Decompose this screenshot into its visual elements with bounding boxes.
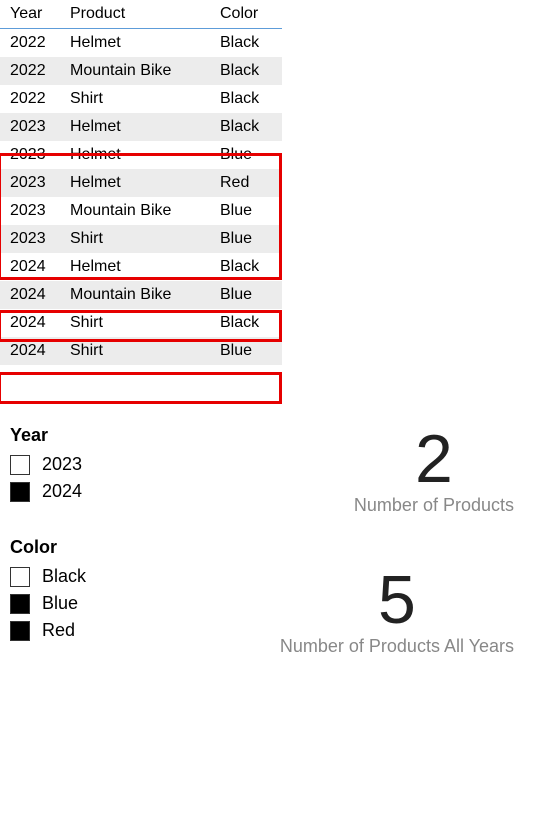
cell-color: Black	[220, 90, 280, 108]
cell-year: 2023	[10, 230, 70, 248]
cell-year: 2024	[10, 342, 70, 360]
cell-color: Black	[220, 34, 280, 52]
table-row: 2024 Shirt Black	[0, 309, 282, 337]
checkbox-icon[interactable]	[10, 455, 30, 475]
cell-product: Shirt	[70, 230, 220, 248]
slicers-panel: Year 2023 2024 Color Black Blue Red	[10, 425, 200, 677]
table-row: 2023 Helmet Black	[0, 113, 282, 141]
checkbox-icon[interactable]	[10, 621, 30, 641]
slicer-label: Black	[42, 566, 86, 587]
header-year[interactable]: Year	[10, 5, 70, 23]
cell-color: Black	[220, 62, 280, 80]
card-products-all-years: 5 Number of Products All Years	[280, 566, 514, 657]
cell-color: Black	[220, 314, 280, 332]
slicer-item-black[interactable]: Black	[10, 566, 200, 587]
cell-color: Black	[220, 258, 280, 276]
cards-panel: 2 Number of Products 5 Number of Product…	[200, 425, 544, 677]
slicer-item-blue[interactable]: Blue	[10, 593, 200, 614]
year-slicer: Year 2023 2024	[10, 425, 200, 502]
table-row: 2023 Helmet Blue	[0, 141, 282, 169]
table-header-row: Year Product Color	[0, 0, 282, 29]
card-label: Number of Products	[354, 495, 514, 516]
cell-year: 2024	[10, 286, 70, 304]
table-row: 2024 Helmet Black	[0, 253, 282, 281]
cell-color: Blue	[220, 146, 280, 164]
cell-year: 2022	[10, 34, 70, 52]
cell-year: 2022	[10, 90, 70, 108]
slicer-item-2024[interactable]: 2024	[10, 481, 200, 502]
cell-color: Blue	[220, 202, 280, 220]
highlight-box	[0, 372, 282, 404]
card-products: 2 Number of Products	[354, 425, 514, 516]
card-value: 5	[280, 566, 514, 634]
table-body: 2022 Helmet Black 2022 Mountain Bike Bla…	[0, 29, 282, 365]
table-row: 2024 Shirt Blue	[0, 337, 282, 365]
card-label: Number of Products All Years	[280, 636, 514, 657]
checkbox-icon[interactable]	[10, 482, 30, 502]
table-row: 2023 Shirt Blue	[0, 225, 282, 253]
cell-year: 2023	[10, 146, 70, 164]
cell-color: Blue	[220, 342, 280, 360]
slicer-label: Red	[42, 620, 75, 641]
cell-year: 2022	[10, 62, 70, 80]
color-slicer: Color Black Blue Red	[10, 537, 200, 641]
table-row: 2022 Helmet Black	[0, 29, 282, 57]
year-slicer-title: Year	[10, 425, 200, 446]
table-row: 2022 Shirt Black	[0, 85, 282, 113]
checkbox-icon[interactable]	[10, 567, 30, 587]
slicer-item-red[interactable]: Red	[10, 620, 200, 641]
cell-product: Helmet	[70, 118, 220, 136]
slicer-item-2023[interactable]: 2023	[10, 454, 200, 475]
cell-product: Helmet	[70, 146, 220, 164]
cell-year: 2023	[10, 118, 70, 136]
lower-section: Year 2023 2024 Color Black Blue Red	[0, 425, 544, 677]
table-row: 2023 Mountain Bike Blue	[0, 197, 282, 225]
header-color[interactable]: Color	[220, 5, 280, 23]
cell-product: Shirt	[70, 342, 220, 360]
cell-product: Mountain Bike	[70, 202, 220, 220]
cell-year: 2024	[10, 258, 70, 276]
cell-product: Helmet	[70, 34, 220, 52]
cell-year: 2023	[10, 174, 70, 192]
cell-year: 2023	[10, 202, 70, 220]
color-slicer-title: Color	[10, 537, 200, 558]
checkbox-icon[interactable]	[10, 594, 30, 614]
cell-year: 2024	[10, 314, 70, 332]
cell-color: Blue	[220, 230, 280, 248]
table-row: 2024 Mountain Bike Blue	[0, 281, 282, 309]
header-product[interactable]: Product	[70, 5, 220, 23]
cell-product: Shirt	[70, 314, 220, 332]
table-row: 2023 Helmet Red	[0, 169, 282, 197]
cell-product: Shirt	[70, 90, 220, 108]
data-table: Year Product Color 2022 Helmet Black 202…	[0, 0, 282, 365]
cell-product: Mountain Bike	[70, 286, 220, 304]
cell-color: Red	[220, 174, 280, 192]
slicer-label: Blue	[42, 593, 78, 614]
slicer-label: 2024	[42, 481, 82, 502]
cell-product: Helmet	[70, 174, 220, 192]
table-row: 2022 Mountain Bike Black	[0, 57, 282, 85]
cell-color: Blue	[220, 286, 280, 304]
slicer-label: 2023	[42, 454, 82, 475]
card-value: 2	[354, 425, 514, 493]
cell-color: Black	[220, 118, 280, 136]
cell-product: Helmet	[70, 258, 220, 276]
cell-product: Mountain Bike	[70, 62, 220, 80]
